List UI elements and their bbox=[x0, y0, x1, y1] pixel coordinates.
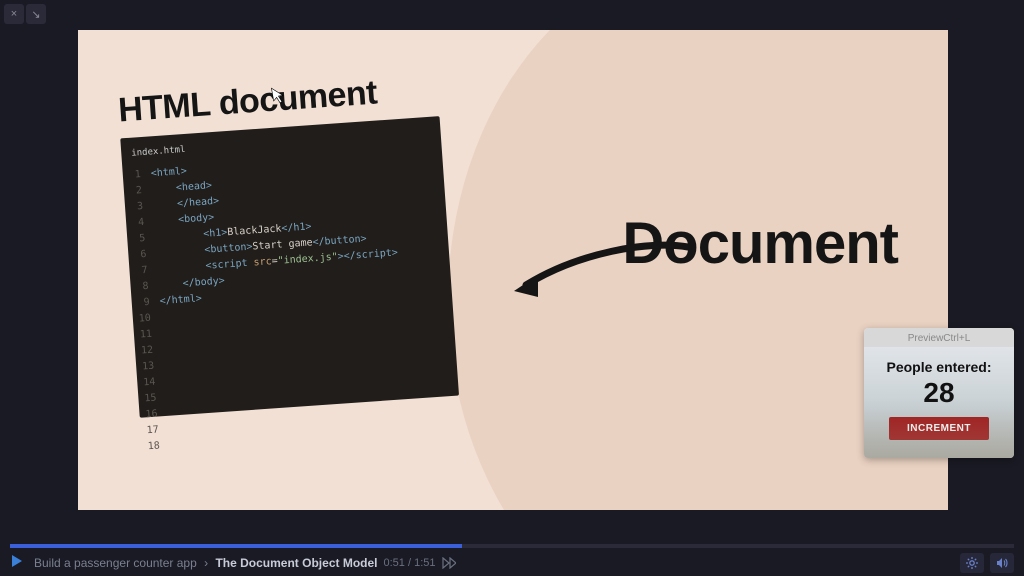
code-editor: index.html 1<html>2 <head>3 </head>4 <bo… bbox=[120, 116, 459, 418]
preview-panel: PreviewCtrl+L People entered: 28 INCREME… bbox=[864, 328, 1014, 458]
breadcrumb-separator: › bbox=[204, 556, 208, 570]
slide-canvas: HTML document index.html 1<html>2 <head>… bbox=[78, 30, 948, 510]
preview-count: 28 bbox=[874, 377, 1004, 409]
lesson-name[interactable]: The Document Object Model bbox=[215, 556, 377, 570]
settings-button[interactable] bbox=[960, 553, 984, 573]
preview-body: People entered: 28 INCREMENT bbox=[864, 347, 1014, 458]
volume-icon bbox=[995, 556, 1009, 570]
play-icon[interactable] bbox=[10, 554, 24, 573]
time-display: 0:51 / 1:51 bbox=[383, 557, 435, 569]
preview-label: People entered: bbox=[874, 359, 1004, 375]
arrow-icon bbox=[508, 235, 698, 305]
popout-button[interactable]: ↘ bbox=[26, 4, 46, 24]
gear-icon bbox=[965, 556, 979, 570]
course-name[interactable]: Build a passenger counter app bbox=[34, 556, 197, 570]
preview-header: PreviewCtrl+L bbox=[864, 328, 1014, 347]
window-controls: × ↘ bbox=[4, 4, 46, 24]
bottombar-right bbox=[960, 553, 1014, 573]
close-button[interactable]: × bbox=[4, 4, 24, 24]
progress-bar[interactable] bbox=[10, 544, 1014, 548]
skip-next-icon[interactable] bbox=[442, 557, 456, 569]
progress-fill bbox=[10, 544, 462, 548]
increment-button[interactable]: INCREMENT bbox=[889, 417, 989, 440]
breadcrumb: Build a passenger counter app › The Docu… bbox=[34, 556, 377, 570]
player-bottombar: Build a passenger counter app › The Docu… bbox=[0, 550, 1024, 576]
volume-button[interactable] bbox=[990, 553, 1014, 573]
html-document-block: HTML document index.html 1<html>2 <head>… bbox=[117, 69, 459, 418]
